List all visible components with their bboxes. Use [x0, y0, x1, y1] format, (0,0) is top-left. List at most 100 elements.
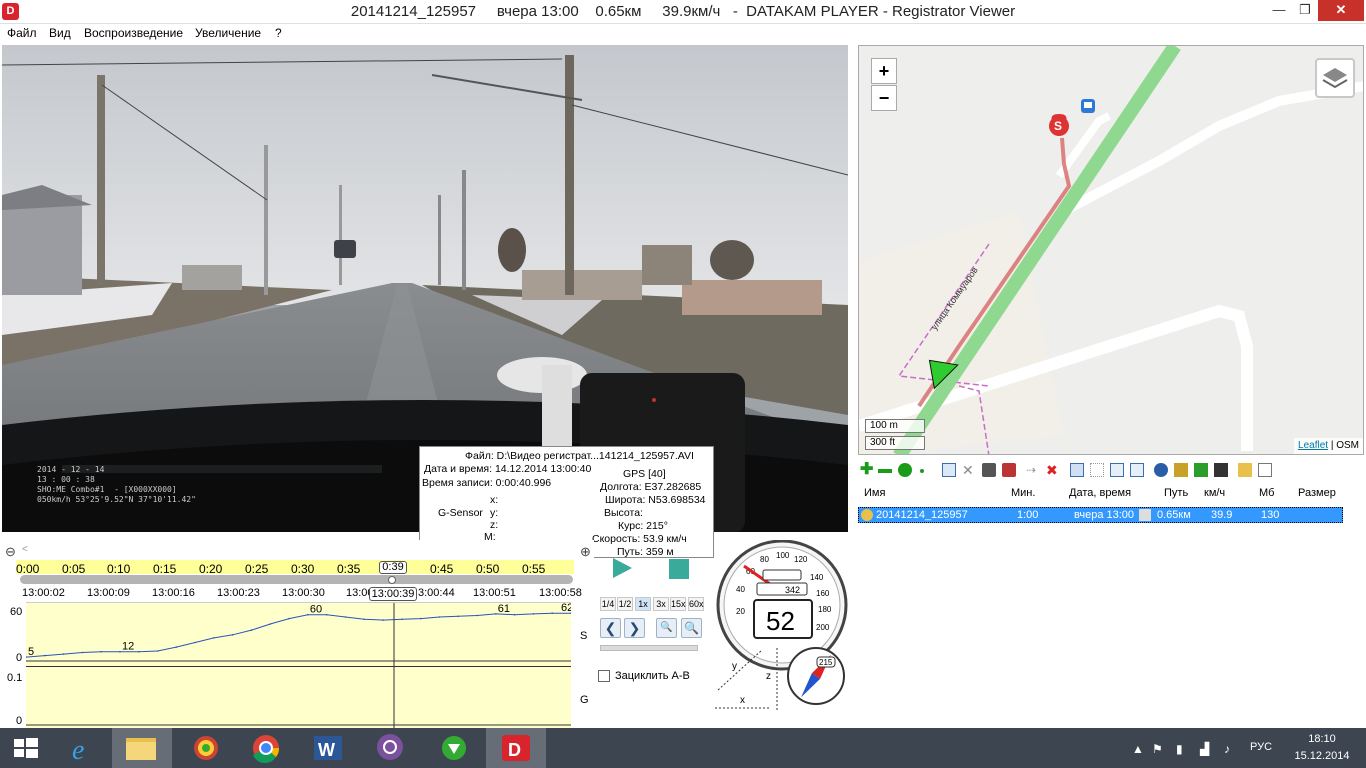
map-view[interactable]: S улица Коммуаров + − 100 m 300 ft Leafl…	[858, 45, 1364, 455]
folder-icon[interactable]	[1238, 463, 1252, 477]
speed-3x-button[interactable]: 3x	[653, 597, 669, 611]
speed-quarter-button[interactable]: 1/4	[600, 597, 616, 611]
minimize-button[interactable]: —	[1266, 0, 1292, 21]
remove-icon[interactable]	[878, 469, 892, 473]
save-icon[interactable]	[982, 463, 996, 477]
table-row[interactable]: 20141214_125957 1:00 вчера 13:00 0.65км …	[858, 507, 1343, 523]
leaflet-link[interactable]: Leaflet	[1298, 440, 1328, 451]
row-name: 20141214_125957	[876, 509, 968, 521]
speed-15x-button[interactable]: 15x	[670, 597, 686, 611]
internet-explorer-icon[interactable]: e	[54, 728, 114, 768]
row-mb: 130	[1261, 509, 1280, 521]
map-layers-icon[interactable]	[1315, 58, 1355, 98]
compass-course: 215	[819, 658, 833, 667]
globe-icon[interactable]	[1154, 463, 1168, 477]
delete-gray-icon[interactable]: ✕	[962, 463, 976, 477]
link-icon[interactable]: ⇢	[1026, 463, 1040, 477]
speed-60x-button[interactable]: 60x	[688, 597, 704, 611]
playback-controls: 1/4 1/2 1x 3x 15x 60x ❮ ❯ 🔍 🔍 Зациклить …	[596, 540, 708, 730]
speed-data-point	[438, 616, 441, 618]
menu-playback[interactable]: Воспроизведение	[84, 26, 183, 40]
frame-icon[interactable]	[1090, 463, 1104, 477]
film-icon[interactable]	[1214, 463, 1228, 477]
volume-slider[interactable]	[600, 645, 698, 651]
clock-time[interactable]: 18:10	[1294, 733, 1350, 745]
fit-icon[interactable]	[1130, 463, 1144, 477]
document-icon[interactable]	[1258, 463, 1272, 477]
speed-data-point	[401, 618, 403, 621]
gsensor-graph[interactable]	[26, 666, 571, 729]
viber-icon[interactable]	[360, 728, 420, 768]
picasa-icon[interactable]	[176, 728, 236, 768]
clock-label: 3:00:44	[418, 587, 455, 599]
timeline-scroll-left-icon[interactable]: <	[22, 544, 28, 555]
map-zoom-out-button[interactable]: −	[871, 85, 897, 111]
tick-label: 0:55	[522, 562, 546, 576]
copy-icon[interactable]	[942, 463, 956, 477]
zoom-minus-button[interactable]: 🔍	[656, 618, 677, 638]
col-datetime-header[interactable]: Дата, время	[1069, 487, 1131, 499]
delete-red-icon[interactable]: ✖	[1046, 463, 1060, 477]
speed-data-label: 60	[310, 604, 322, 616]
flag-icon[interactable]: ⚑	[1152, 742, 1163, 756]
camera-icon[interactable]	[1002, 463, 1016, 477]
dot-icon[interactable]	[920, 469, 924, 473]
windows-icon[interactable]	[1110, 463, 1124, 477]
s-axis-zero: 0	[16, 652, 23, 664]
menu-bar: Файл Вид Воспроизведение Увеличение ?	[0, 24, 1366, 43]
speed-data-point	[513, 613, 516, 616]
app-logo-icon[interactable]: D	[2, 3, 19, 20]
col-name-header[interactable]: Имя	[864, 487, 885, 499]
play-icon[interactable]	[610, 556, 634, 580]
speed-half-button[interactable]: 1/2	[617, 597, 633, 611]
speed-tick: 40	[736, 585, 745, 594]
word-icon[interactable]: W	[298, 728, 358, 768]
seek-bar[interactable]	[20, 575, 573, 584]
volume-icon[interactable]: ♪	[1224, 742, 1230, 756]
map-zoom-in-button[interactable]: +	[871, 58, 897, 84]
timeline-zoom-out-icon[interactable]: ⊖	[5, 544, 16, 560]
add-icon[interactable]: ✚	[860, 462, 874, 478]
col-min-header[interactable]: Мин.	[1011, 487, 1035, 499]
menu-file[interactable]: Файл	[7, 26, 37, 40]
start-icon[interactable]	[0, 728, 60, 768]
col-path-header[interactable]: Путь	[1164, 487, 1188, 499]
next-frame-button[interactable]: ❯	[624, 618, 645, 638]
prev-frame-button[interactable]: ❮	[600, 618, 621, 638]
language-indicator[interactable]: РУС	[1250, 741, 1272, 753]
clock-date[interactable]: 15.12.2014	[1290, 750, 1354, 762]
speed-chart: 5 12 60 61 62	[25, 602, 573, 667]
speed-series-line	[25, 612, 571, 658]
close-button[interactable]: ✕	[1318, 0, 1364, 21]
speed-data-point	[138, 650, 140, 653]
file-explorer-icon[interactable]	[112, 728, 172, 768]
tray-chevron-icon[interactable]: ▲	[1132, 742, 1144, 756]
menu-help[interactable]: ?	[275, 26, 282, 40]
speed-data-point	[269, 623, 272, 625]
refresh-icon[interactable]	[898, 463, 912, 477]
row-path: 0.65км	[1157, 509, 1191, 521]
zoom-plus-button[interactable]: 🔍	[681, 618, 702, 638]
image-icon[interactable]	[1194, 463, 1208, 477]
camera-date-overlay: 2014 - 12 - 14	[37, 465, 105, 474]
chrome-icon[interactable]	[236, 728, 296, 768]
chart-icon[interactable]	[1174, 463, 1188, 477]
col-size-header[interactable]: Размер	[1298, 487, 1336, 499]
col-mb-header[interactable]: Мб	[1259, 487, 1274, 499]
speed-graph[interactable]: 5 12 60 61 62	[25, 602, 573, 667]
speed-data-point	[325, 613, 328, 616]
stop-icon[interactable]	[668, 558, 690, 580]
battery-icon[interactable]: ▮	[1176, 742, 1183, 756]
maximize-button[interactable]: ❐	[1292, 0, 1318, 21]
col-speed-header[interactable]: км/ч	[1204, 487, 1225, 499]
loop-ab-checkbox[interactable]	[598, 670, 610, 682]
select-icon[interactable]	[1070, 463, 1084, 477]
seek-handle[interactable]	[388, 576, 396, 584]
timeline-zoom-in-icon[interactable]: ⊕	[580, 544, 591, 560]
network-icon[interactable]: ▟	[1200, 742, 1209, 756]
menu-view[interactable]: Вид	[49, 26, 71, 40]
datakam-player-icon[interactable]: D	[486, 728, 546, 768]
speed-1x-button[interactable]: 1x	[635, 597, 651, 611]
download-icon[interactable]	[422, 728, 482, 768]
menu-zoom[interactable]: Увеличение	[195, 26, 261, 40]
